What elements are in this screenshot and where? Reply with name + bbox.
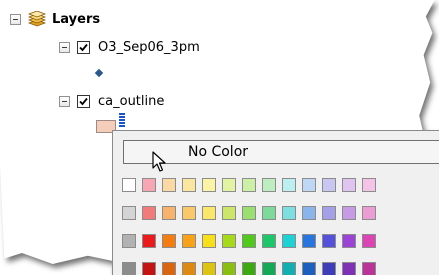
collapse-toggle-icon[interactable] (59, 41, 70, 53)
color-swatch[interactable] (342, 206, 356, 220)
color-swatch[interactable] (222, 234, 236, 248)
color-swatch[interactable] (142, 206, 156, 220)
color-swatch[interactable] (142, 178, 156, 192)
toc-root-row[interactable]: Layers (10, 10, 100, 28)
color-swatch[interactable] (242, 262, 256, 275)
color-swatch[interactable] (322, 178, 336, 192)
color-swatch[interactable] (242, 234, 256, 248)
color-swatch[interactable] (262, 178, 276, 192)
color-swatch[interactable] (282, 234, 296, 248)
color-swatch[interactable] (222, 178, 236, 192)
color-swatch[interactable] (322, 206, 336, 220)
color-swatch[interactable] (262, 234, 276, 248)
color-swatch[interactable] (342, 262, 356, 275)
color-swatch[interactable] (222, 206, 236, 220)
color-swatch[interactable] (122, 262, 136, 275)
color-swatch[interactable] (122, 178, 136, 192)
screenshot-stage: Layers O3_Sep06_3pm ca_outline No Color (0, 0, 439, 275)
color-swatch[interactable] (122, 206, 136, 220)
color-swatch[interactable] (162, 178, 176, 192)
color-swatch[interactable] (162, 234, 176, 248)
color-swatch[interactable] (302, 262, 316, 275)
color-dropdown-arrow-icon[interactable] (119, 113, 125, 127)
color-swatch[interactable] (162, 262, 176, 275)
color-swatch[interactable] (362, 206, 376, 220)
color-swatch[interactable] (182, 178, 196, 192)
color-swatch[interactable] (342, 234, 356, 248)
color-swatch[interactable] (202, 234, 216, 248)
color-swatch[interactable] (182, 262, 196, 275)
color-swatch[interactable] (322, 262, 336, 275)
layer-label: O3_Sep06_3pm (98, 39, 200, 55)
color-swatch[interactable] (362, 178, 376, 192)
layer-visibility-checkbox[interactable] (77, 94, 90, 108)
color-swatch[interactable] (302, 234, 316, 248)
layers-stack-icon (27, 10, 47, 27)
color-swatch[interactable] (322, 234, 336, 248)
collapse-toggle-icon[interactable] (10, 13, 21, 25)
color-swatch[interactable] (362, 234, 376, 248)
checkmark-icon (79, 43, 88, 51)
color-swatch[interactable] (142, 262, 156, 275)
color-swatch[interactable] (342, 178, 356, 192)
color-swatch[interactable] (182, 234, 196, 248)
color-swatch[interactable] (142, 234, 156, 248)
color-swatch[interactable] (202, 262, 216, 275)
toc-root-label: Layers (52, 11, 101, 27)
checkmark-icon (79, 97, 88, 105)
layer-label: ca_outline (98, 93, 165, 109)
color-swatch[interactable] (162, 206, 176, 220)
color-swatch[interactable] (282, 178, 296, 192)
color-swatch[interactable] (302, 206, 316, 220)
color-swatch[interactable] (202, 178, 216, 192)
layer-row-o3[interactable]: O3_Sep06_3pm (59, 38, 200, 56)
color-swatch[interactable] (262, 262, 276, 275)
color-swatch[interactable] (302, 178, 316, 192)
color-swatch[interactable] (122, 234, 136, 248)
color-swatch[interactable] (242, 178, 256, 192)
torn-paper-frame: Layers O3_Sep06_3pm ca_outline No Color (0, 0, 439, 275)
color-swatch[interactable] (182, 206, 196, 220)
arrow-cursor-icon (152, 151, 166, 177)
color-swatch[interactable] (362, 262, 376, 275)
color-swatch[interactable] (262, 206, 276, 220)
color-swatch[interactable] (202, 206, 216, 220)
collapse-toggle-icon[interactable] (59, 95, 70, 107)
no-color-button[interactable]: No Color (123, 140, 439, 164)
color-swatch[interactable] (222, 262, 236, 275)
color-swatch[interactable] (282, 262, 296, 275)
layer-row-ca-outline[interactable]: ca_outline (59, 92, 164, 110)
color-swatch[interactable] (282, 206, 296, 220)
layer-visibility-checkbox[interactable] (77, 40, 90, 54)
color-swatch[interactable] (242, 206, 256, 220)
